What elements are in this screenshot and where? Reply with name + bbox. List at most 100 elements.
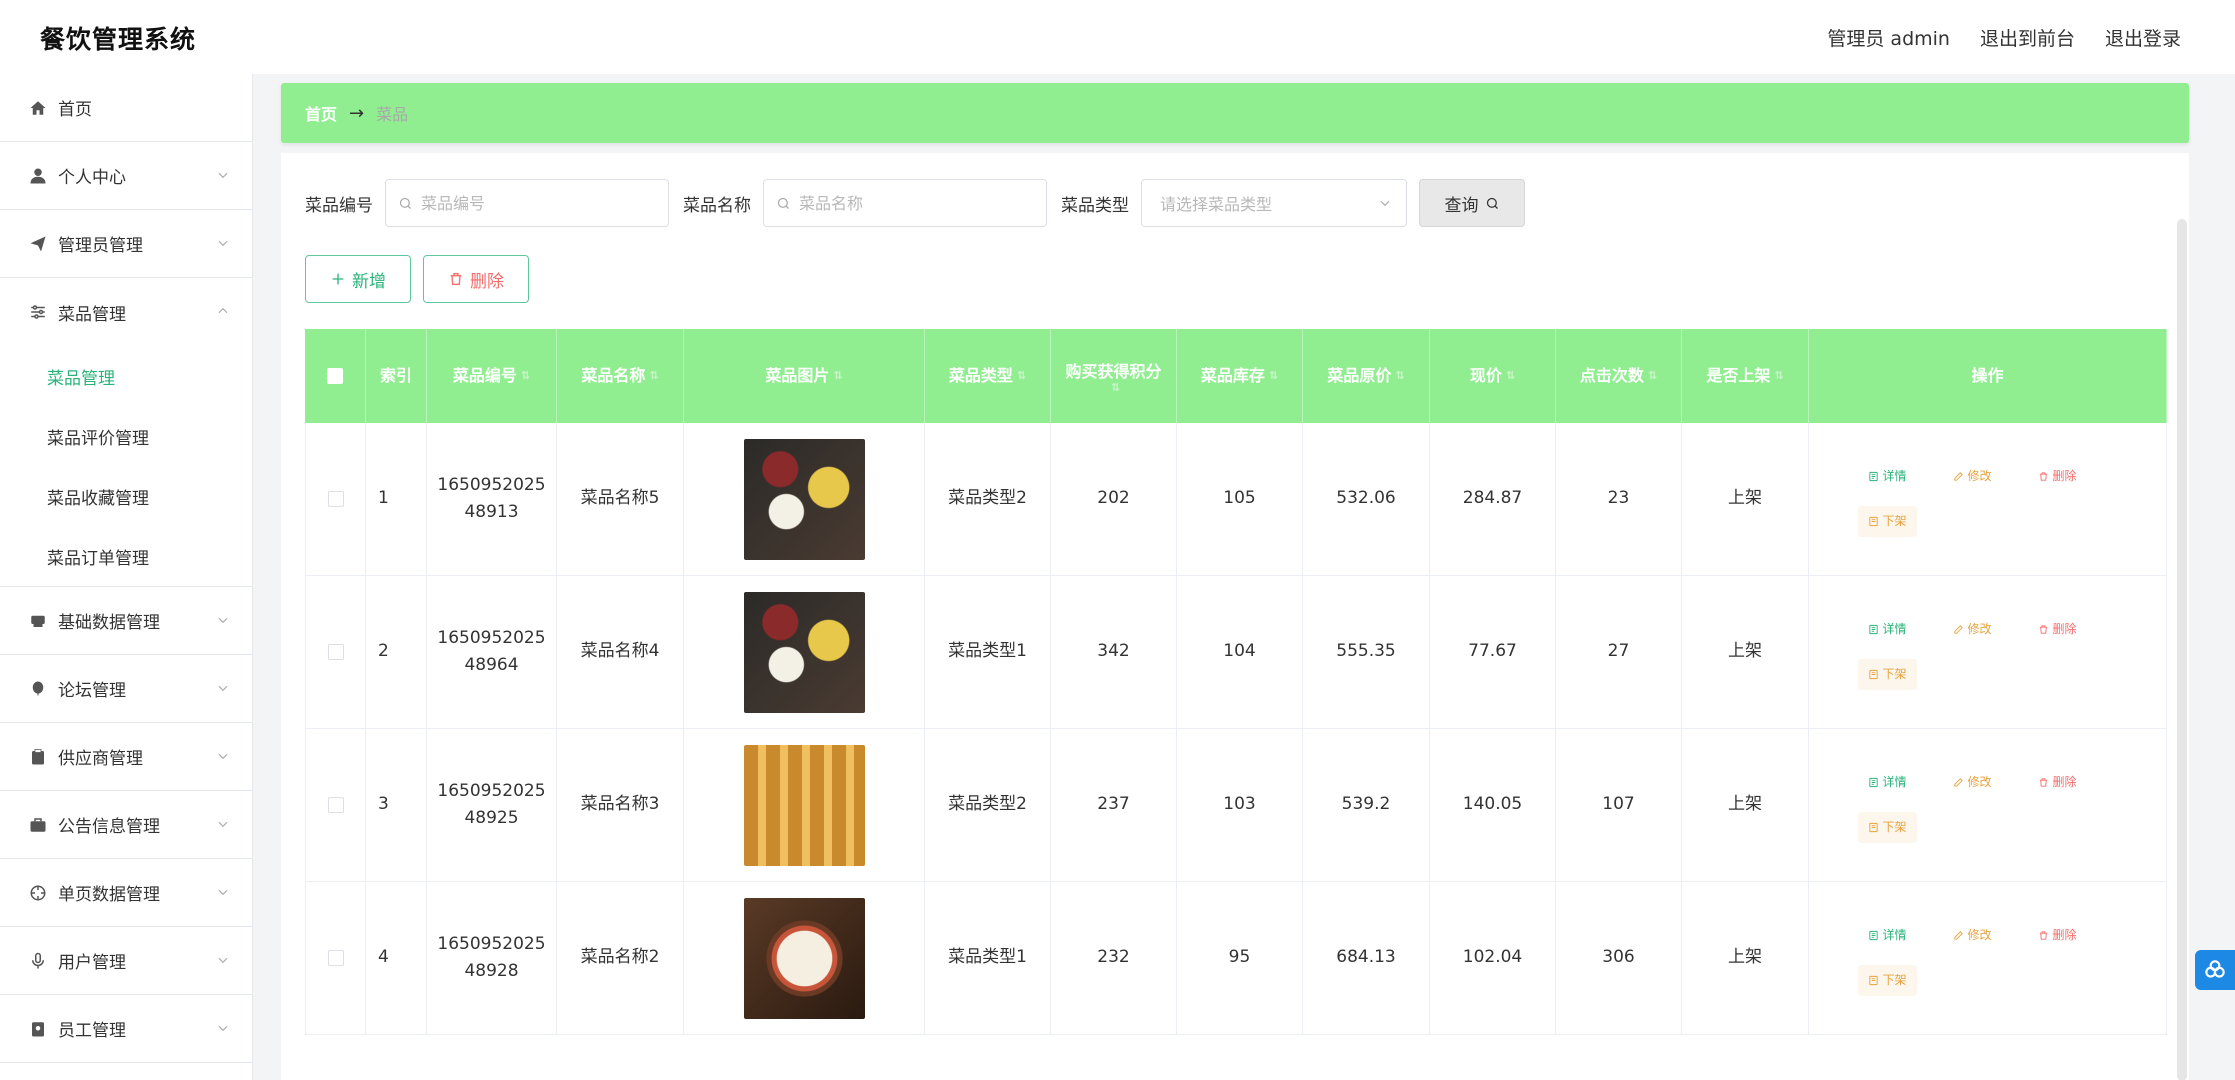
take-off-shelf-button[interactable]: 下架 (1857, 965, 1917, 997)
assistant-float-button[interactable] (2195, 950, 2235, 990)
delete-button[interactable]: 删除 (2028, 461, 2087, 492)
row-checkbox[interactable] (327, 644, 344, 660)
row-type: 菜品类型2 (925, 423, 1051, 575)
user-icon (28, 166, 48, 186)
off-label: 下架 (1882, 667, 1907, 681)
sidebar-sub-dish-favorite[interactable]: 菜品收藏管理 (0, 466, 252, 526)
dish-type-select[interactable]: 请选择菜品类型 (1141, 179, 1407, 227)
header-type[interactable]: 菜品类型 ⇅ (925, 329, 1051, 423)
chevron-down-icon (1380, 200, 1390, 207)
edit-label: 修改 (1967, 468, 1992, 483)
sidebar-item-staff[interactable]: 员工管理 (0, 995, 252, 1063)
delete-label: 删除 (2052, 927, 2077, 942)
sidebar-sub-dish-order[interactable]: 菜品订单管理 (0, 526, 252, 586)
query-button[interactable]: 查询 (1419, 179, 1525, 227)
header-name[interactable]: 菜品名称 ⇅ (557, 329, 684, 423)
sidebar-item-forum[interactable]: 论坛管理 (0, 655, 252, 723)
sidebar-sub-dish[interactable]: 菜品管理 (0, 346, 252, 406)
row-name: 菜品名称4 (557, 576, 684, 728)
take-off-shelf-button[interactable]: 下架 (1857, 812, 1917, 844)
chevron-down-icon (216, 612, 230, 626)
delete-button[interactable]: 删除 (2028, 920, 2087, 951)
delete-label: 删除 (2052, 621, 2077, 636)
sidebar-item-personal[interactable]: 个人中心 (0, 142, 252, 210)
current-user: 管理员 admin (1827, 28, 1950, 50)
type-label: 菜品类型 (1061, 195, 1129, 216)
row-stock: 104 (1177, 576, 1303, 728)
select-all-checkbox[interactable] (327, 368, 343, 384)
sidebar-label: 基础数据管理 (58, 613, 160, 633)
header-on-shelf[interactable]: 是否上架 ⇅ (1682, 329, 1809, 423)
vertical-scrollbar[interactable] (2177, 219, 2187, 1080)
sidebar-sub-dish-review[interactable]: 菜品评价管理 (0, 406, 252, 466)
top-header: 餐饮管理系统 管理员 admin 退出到前台 退出登录 (0, 0, 2235, 74)
sidebar-item-admin[interactable]: 管理员管理 (0, 210, 252, 278)
document-icon (1868, 777, 1878, 787)
row-checkbox[interactable] (327, 491, 344, 507)
row-checkbox[interactable] (327, 950, 344, 966)
row-clicks: 27 (1556, 576, 1682, 728)
pencil-icon (1953, 778, 1963, 787)
header-points[interactable]: 购买获得积分 ⇅ (1051, 329, 1177, 423)
batch-delete-button[interactable]: 删除 (423, 255, 529, 303)
delete-button[interactable]: 删除 (2028, 767, 2087, 798)
header-cur-price[interactable]: 现价 ⇅ (1430, 329, 1556, 423)
delete-label: 删除 (470, 271, 504, 292)
detail-label: 详情 (1882, 774, 1907, 789)
chevron-down-icon (216, 748, 230, 762)
edit-button[interactable]: 修改 (1943, 614, 2002, 645)
dish-image[interactable] (743, 744, 865, 866)
edit-button[interactable]: 修改 (1943, 767, 2002, 798)
sidebar-item-notice[interactable]: 公告信息管理 (0, 791, 252, 859)
sidebar-item-single-page[interactable]: 单页数据管理 (0, 859, 252, 927)
off-label: 下架 (1882, 973, 1907, 987)
dish-code-input[interactable] (421, 193, 651, 213)
edit-button[interactable]: 修改 (1943, 461, 2002, 492)
detail-button[interactable]: 详情 (1858, 614, 1917, 645)
badge-icon (28, 1019, 48, 1039)
row-ops: 详情 修改 删除 下架 (1809, 729, 2167, 881)
row-on-shelf: 上架 (1682, 576, 1809, 728)
breadcrumb-home[interactable]: 首页 (305, 101, 337, 125)
sidebar-item-user[interactable]: 用户管理 (0, 927, 252, 995)
header-label: 菜品编号 (452, 366, 517, 385)
query-label: 查询 (1444, 195, 1479, 216)
row-op-buttons: 详情 修改 删除 下架 (1838, 614, 2138, 691)
take-off-shelf-button[interactable]: 下架 (1857, 659, 1917, 691)
detail-label: 详情 (1882, 927, 1907, 942)
document-icon (1868, 471, 1878, 481)
row-on-shelf: 上架 (1682, 423, 1809, 575)
header-orig-price[interactable]: 菜品原价 ⇅ (1303, 329, 1430, 423)
detail-button[interactable]: 详情 (1858, 920, 1917, 951)
detail-label: 详情 (1882, 468, 1907, 483)
take-off-shelf-button[interactable]: 下架 (1857, 506, 1917, 538)
header-stock[interactable]: 菜品库存 ⇅ (1177, 329, 1303, 423)
sidebar-item-supplier[interactable]: 供应商管理 (0, 723, 252, 791)
home-icon (28, 98, 48, 118)
sidebar-item-dish[interactable]: 菜品管理 (0, 278, 252, 346)
sort-icon: ⇅ (649, 369, 659, 382)
dish-image[interactable] (743, 897, 865, 1019)
detail-button[interactable]: 详情 (1858, 767, 1917, 798)
row-name: 菜品名称5 (557, 423, 684, 575)
back-to-front-link[interactable]: 退出到前台 (1980, 24, 2075, 51)
chevron-down-icon (216, 167, 230, 181)
dish-image[interactable] (743, 591, 865, 713)
sidebar-label: 单页数据管理 (58, 885, 160, 905)
detail-button[interactable]: 详情 (1858, 461, 1917, 492)
sidebar-item-base-data[interactable]: 基础数据管理 (0, 587, 252, 655)
header-clicks[interactable]: 点击次数 ⇅ (1556, 329, 1682, 423)
header-image[interactable]: 菜品图片 ⇅ (684, 329, 925, 423)
sidebar-item-home[interactable]: 首页 (0, 74, 252, 142)
header-code[interactable]: 菜品编号 ⇅ (427, 329, 557, 423)
search-icon (777, 197, 789, 209)
dish-image[interactable] (743, 438, 865, 560)
row-checkbox[interactable] (327, 797, 344, 813)
table-header: 索引 菜品编号 ⇅ 菜品名称 ⇅ 菜品图片 ⇅ 菜品类型 ⇅ 购买获得积分 ⇅ 菜品库存 ⇅… (305, 329, 2167, 423)
sort-icon: ⇅ (1647, 369, 1658, 382)
logout-link[interactable]: 退出登录 (2105, 24, 2181, 51)
edit-button[interactable]: 修改 (1943, 920, 2002, 951)
delete-button[interactable]: 删除 (2028, 614, 2087, 645)
dish-name-input[interactable] (799, 193, 1029, 213)
add-button[interactable]: 新增 (305, 255, 411, 303)
